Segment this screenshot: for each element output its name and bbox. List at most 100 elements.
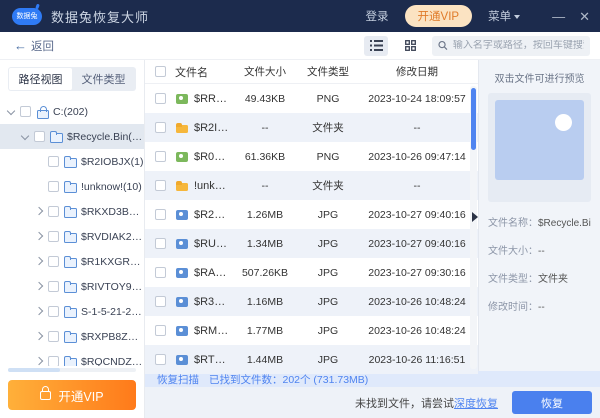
header-type[interactable]: 文件类型: [300, 64, 356, 79]
field-value: 文件夹: [538, 274, 568, 285]
tree-item[interactable]: S-1-5-21-2625227: [0, 299, 144, 324]
row-checkbox[interactable]: [155, 151, 166, 162]
file-table: 文件名 文件大小 文件类型 修改日期 $RRDKY16.png 49.43KB …: [145, 60, 478, 371]
row-checkbox[interactable]: [155, 180, 166, 191]
preview-image-icon: [495, 100, 584, 180]
search-box[interactable]: [432, 36, 590, 56]
table-row[interactable]: !unknow! -- 文件夹 --: [145, 171, 478, 200]
close-button[interactable]: ✕: [579, 10, 590, 23]
table-row[interactable]: $R2IOBJX -- 文件夹 --: [145, 113, 478, 142]
sidebar-horizontal-scrollbar[interactable]: [8, 368, 136, 372]
back-arrow-icon: ←: [14, 38, 27, 53]
tree-checkbox[interactable]: [48, 206, 59, 217]
jpg-image-icon: [175, 354, 189, 366]
row-checkbox[interactable]: [155, 122, 166, 133]
field-value: --: [538, 246, 545, 257]
table-row[interactable]: $RTHG1NP.jpg 1.44MB JPG 2023-10-26 11:16…: [145, 345, 478, 374]
table-vertical-scrollbar[interactable]: [470, 86, 477, 369]
file-name: $RAANJW9.jpg: [194, 267, 230, 279]
tree-checkbox[interactable]: [48, 331, 59, 342]
panel-collapse-icon[interactable]: [472, 212, 478, 222]
tree-item[interactable]: $RKXD3BO(7): [0, 199, 144, 224]
menu-button[interactable]: 菜单: [488, 8, 520, 24]
file-type: JPG: [300, 296, 356, 308]
table-row[interactable]: $RM71WKN.jpg 1.77MB JPG 2023-10-26 10:48…: [145, 316, 478, 345]
table-row[interactable]: $RU88FVA.jpg 1.34MB JPG 2023-10-27 09:40…: [145, 229, 478, 258]
tree-checkbox[interactable]: [34, 131, 45, 142]
row-checkbox[interactable]: [155, 296, 166, 307]
tree-checkbox[interactable]: [48, 356, 59, 366]
tree-checkbox[interactable]: [20, 106, 31, 117]
tree-item[interactable]: $R1KXGR1(9): [0, 249, 144, 274]
table-row[interactable]: $R0RAPL2.png 61.36KB PNG 2023-10-26 09:4…: [145, 142, 478, 171]
header-size[interactable]: 文件大小: [230, 64, 300, 79]
tab-path-view[interactable]: 路径视图: [9, 68, 72, 90]
file-size: 507.26KB: [230, 267, 300, 279]
chevron-down-icon: [514, 15, 520, 19]
table-row[interactable]: $RAANJW9.jpg 507.26KB JPG 2023-10-27 09:…: [145, 258, 478, 287]
table-row[interactable]: $R3GVK7J.jpg 1.16MB JPG 2023-10-26 10:48…: [145, 287, 478, 316]
tree-item[interactable]: C:(202): [0, 99, 144, 124]
vip-button-titlebar[interactable]: 开通VIP: [405, 5, 473, 27]
tree-checkbox[interactable]: [48, 281, 59, 292]
tree-checkbox[interactable]: [48, 156, 59, 167]
login-button[interactable]: 登录: [366, 8, 389, 24]
file-type: PNG: [300, 93, 356, 105]
tab-file-type[interactable]: 文件类型: [72, 68, 135, 90]
folder-icon: [63, 331, 77, 343]
row-checkbox[interactable]: [155, 93, 166, 104]
back-button[interactable]: ← 返回: [14, 38, 54, 54]
list-view-icon: [370, 40, 383, 51]
tree-item[interactable]: $RIVTOY9(3): [0, 274, 144, 299]
row-checkbox[interactable]: [155, 267, 166, 278]
png-image-icon: [175, 151, 189, 163]
preview-panel: 双击文件可进行预览 文件名称：$Recycle.Bin 文件大小：-- 文件类型…: [478, 60, 600, 371]
select-all-checkbox[interactable]: [155, 66, 166, 77]
file-date: 2023-10-26 11:16:51: [356, 354, 478, 366]
tree-item-label: $Recycle.Bin(202): [67, 131, 144, 143]
table-row[interactable]: $R2TMPRR.jpg 1.26MB JPG 2023-10-27 09:40…: [145, 200, 478, 229]
grid-view-button[interactable]: [398, 36, 422, 56]
tree-checkbox[interactable]: [48, 256, 59, 267]
file-type: JPG: [300, 238, 356, 250]
tree-checkbox[interactable]: [48, 306, 59, 317]
app-title: 数据兔恢复大师: [51, 7, 149, 26]
jpg-image-icon: [175, 296, 189, 308]
file-date: 2023-10-27 09:30:16: [356, 267, 478, 279]
file-date: 2023-10-26 10:48:24: [356, 296, 478, 308]
tree-item[interactable]: $RQCNDZ6(78): [0, 349, 144, 366]
tree-item[interactable]: $RXPB8ZO(3): [0, 324, 144, 349]
file-size: 49.43KB: [230, 93, 300, 105]
file-size: 1.34MB: [230, 238, 300, 250]
minimize-button[interactable]: —: [552, 10, 565, 23]
file-info-field: 文件大小：--: [488, 242, 591, 257]
row-checkbox[interactable]: [155, 209, 166, 220]
file-name: $R3GVK7J.jpg: [194, 296, 230, 308]
row-checkbox[interactable]: [155, 238, 166, 249]
tree-item[interactable]: !unknow!(10): [0, 174, 144, 199]
table-row[interactable]: $RRDKY16.png 49.43KB PNG 2023-10-24 18:0…: [145, 84, 478, 113]
search-input[interactable]: [453, 40, 584, 51]
drive-icon: [35, 106, 49, 118]
row-checkbox[interactable]: [155, 354, 166, 365]
titlebar: 数据兔 数据兔恢复大师 登录 开通VIP 菜单 — ✕: [0, 0, 600, 32]
vip-button-bottom[interactable]: 开通VIP: [8, 380, 136, 410]
sidebar: 路径视图 文件类型 C:(202) $Recycle.Bin(202) $R2I…: [0, 60, 145, 418]
tree-item[interactable]: $R2IOBJX(1): [0, 149, 144, 174]
recover-button[interactable]: 恢复: [512, 391, 592, 414]
folder-icon: [63, 256, 77, 268]
tree-item-label: $R2IOBJX(1): [81, 156, 143, 168]
deep-recovery-link[interactable]: 深度恢复: [454, 395, 498, 411]
list-view-button[interactable]: [364, 36, 388, 56]
row-checkbox[interactable]: [155, 325, 166, 336]
tree-checkbox[interactable]: [48, 181, 59, 192]
tree-item[interactable]: $RVDIAK2(6): [0, 224, 144, 249]
tree-item[interactable]: $Recycle.Bin(202): [0, 124, 144, 149]
file-date: 2023-10-26 10:48:24: [356, 325, 478, 337]
file-info-field: 修改时间：--: [488, 298, 591, 313]
png-image-icon: [175, 93, 189, 105]
app-window: 数据兔 数据兔恢复大师 登录 开通VIP 菜单 — ✕ ← 返回: [0, 0, 600, 418]
header-name[interactable]: 文件名: [175, 64, 230, 80]
header-date[interactable]: 修改日期: [356, 64, 478, 79]
tree-checkbox[interactable]: [48, 231, 59, 242]
